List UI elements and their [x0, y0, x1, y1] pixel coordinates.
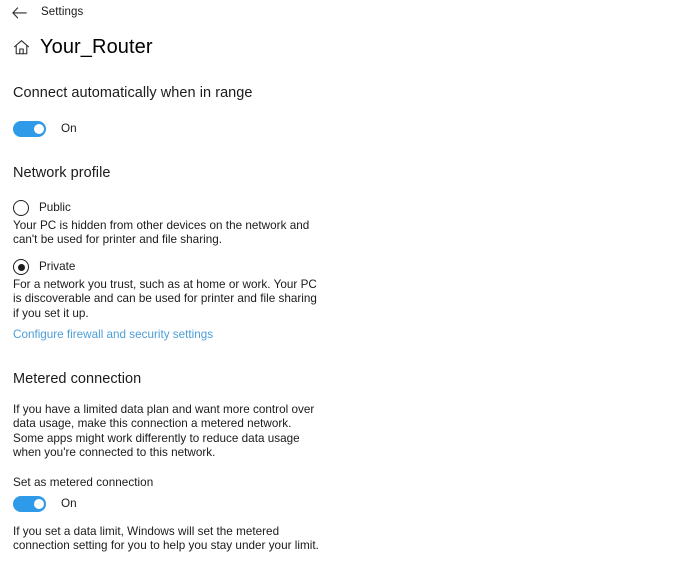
metered-connection-footer-note: If you set a data limit, Windows will se…: [13, 525, 319, 553]
title-bar: Settings: [0, 0, 699, 26]
private-description: For a network you trust, such as at home…: [13, 278, 317, 320]
metered-connection-toggle-row[interactable]: On: [13, 495, 77, 513]
page-title: Your_Router: [40, 36, 153, 58]
settings-label: Settings: [41, 6, 84, 18]
public-description: Your PC is hidden from other devices on …: [13, 219, 310, 247]
connect-automatically-toggle-label: On: [61, 122, 77, 135]
connect-automatically-toggle[interactable]: [13, 121, 46, 137]
configure-firewall-link[interactable]: Configure firewall and security settings: [13, 327, 213, 343]
radio-public-label: Public: [39, 201, 71, 214]
connect-automatically-toggle-row[interactable]: On: [13, 120, 77, 138]
radio-private-label: Private: [39, 260, 76, 273]
metered-connection-description: If you have a limited data plan and want…: [13, 403, 315, 459]
connect-automatically-heading: Connect automatically when in range: [13, 85, 253, 101]
back-button[interactable]: [6, 1, 32, 25]
page-header: Your_Router: [13, 34, 153, 60]
metered-connection-toggle[interactable]: [13, 496, 46, 512]
toggle-knob: [34, 124, 44, 134]
toggle-knob: [34, 499, 44, 509]
metered-connection-heading: Metered connection: [13, 371, 142, 387]
back-arrow-icon: [11, 7, 27, 19]
radio-option-private[interactable]: Private: [13, 258, 75, 276]
network-profile-heading: Network profile: [13, 165, 111, 181]
radio-private-indicator[interactable]: [13, 259, 29, 275]
set-as-metered-heading: Set as metered connection: [13, 476, 154, 489]
radio-option-public[interactable]: Public: [13, 199, 71, 217]
settings-page: Settings Your_Router Connect automatical…: [0, 0, 699, 562]
radio-public-indicator[interactable]: [13, 200, 29, 216]
metered-connection-toggle-label: On: [61, 497, 77, 510]
home-icon: [13, 39, 30, 54]
